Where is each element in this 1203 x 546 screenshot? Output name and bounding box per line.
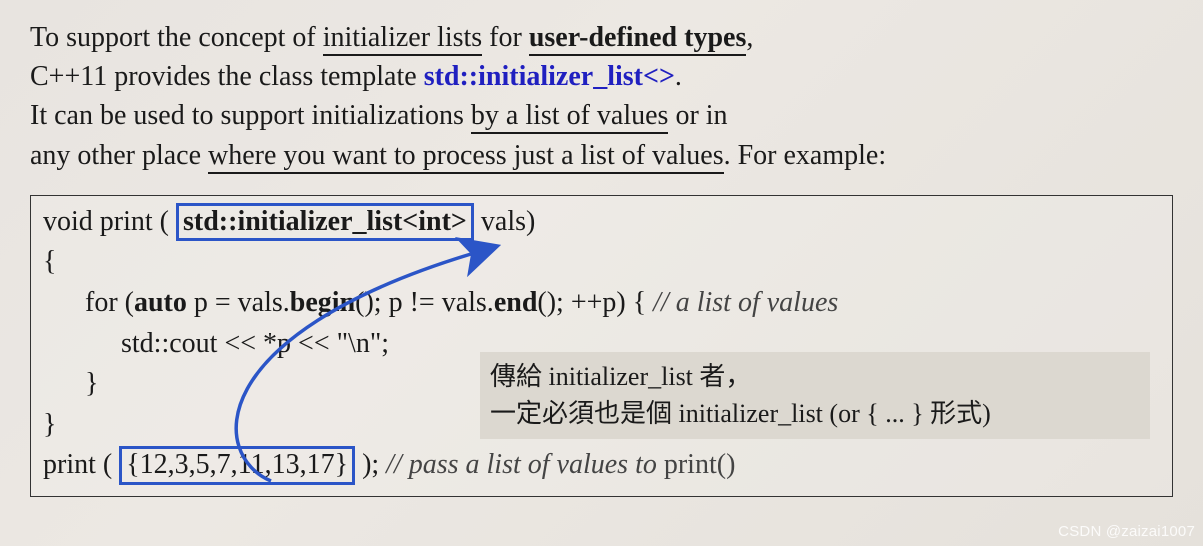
text: ,: [746, 22, 753, 53]
call-comment: // pass a list of values to print(): [386, 449, 735, 480]
intro-line-2: C++11 provides the class template std::i…: [30, 57, 1173, 96]
intro-line-1: To support the concept of initializer li…: [30, 18, 1173, 57]
keyword-begin: begin: [290, 287, 355, 318]
highlighted-arg: {12,3,5,7,11,13,17}: [119, 446, 355, 484]
text: (); p != vals.: [355, 287, 494, 318]
comment-italic: // pass a list of values to: [386, 449, 664, 480]
text: p = vals.: [187, 287, 290, 318]
text: or in: [668, 100, 727, 131]
comment: // a list of values: [653, 287, 838, 318]
code-signature: void print ( std::initializer_list<int> …: [43, 202, 1160, 243]
intro-line-4: any other place where you want to proces…: [30, 136, 1173, 175]
call-line: print ( {12,3,5,7,11,13,17} ); // pass a…: [43, 445, 1160, 486]
underlined-bold-text: user-defined types: [529, 22, 747, 56]
brace-open: {: [43, 242, 1160, 283]
text: vals): [474, 206, 535, 237]
keyword-end: end: [494, 287, 538, 318]
code-box: void print ( std::initializer_list<int> …: [30, 195, 1173, 497]
watermark: CSDN @zaizai1007: [1058, 523, 1195, 540]
highlighted-type: std::initializer_list<int>: [176, 203, 474, 241]
text: It can be used to support initialization…: [30, 100, 471, 131]
note-line-1: 傳給 initializer_list 者，: [490, 358, 1140, 396]
text: any other place: [30, 140, 208, 171]
template-name: std::initializer_list<>: [424, 61, 675, 92]
text: . For example:: [724, 140, 887, 171]
comment-roman: print(): [664, 449, 736, 480]
note-line-2: 一定必須也是個 initializer_list (or { ... } 形式): [490, 395, 1140, 433]
underlined-text: initializer lists: [323, 22, 482, 56]
text: for: [482, 22, 529, 53]
underlined-text: by a list of values: [471, 100, 669, 134]
underlined-text: where you want to process just a list of…: [208, 140, 724, 174]
keyword-auto: auto: [134, 287, 187, 318]
text: );: [355, 449, 386, 480]
text: void print (: [43, 206, 176, 237]
text: To support the concept of: [30, 22, 323, 53]
intro-paragraph: To support the concept of initializer li…: [0, 0, 1203, 187]
for-line: for (auto p = vals.begin(); p != vals.en…: [43, 283, 1160, 324]
intro-line-3: It can be used to support initialization…: [30, 96, 1173, 135]
text: C++11 provides the class template: [30, 61, 424, 92]
annotation-note: 傳給 initializer_list 者， 一定必須也是個 initializ…: [480, 352, 1150, 439]
text: .: [675, 61, 682, 92]
text: (); ++p) {: [537, 287, 653, 318]
text: for (: [85, 287, 134, 318]
text: print (: [43, 449, 119, 480]
